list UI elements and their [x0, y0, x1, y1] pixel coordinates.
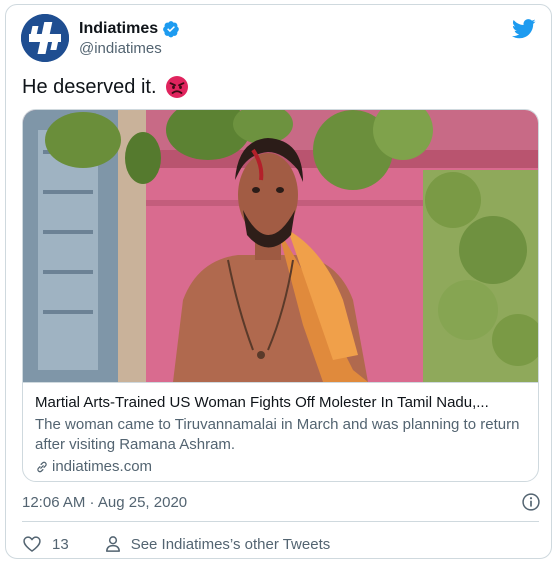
link-icon — [37, 461, 47, 473]
like-button[interactable]: 13 — [22, 534, 69, 554]
link-title[interactable]: Martial Arts-Trained US Woman Fights Off… — [35, 393, 528, 413]
timestamp-row: 12:06 AM · Aug 25, 2020 — [22, 491, 541, 513]
like-count[interactable]: 13 — [52, 536, 69, 553]
info-icon[interactable] — [521, 492, 541, 512]
article-photo — [23, 110, 538, 382]
link-domain-row[interactable]: indiatimes.com — [35, 457, 528, 477]
author-display-name[interactable]: Indiatimes — [79, 20, 158, 38]
see-other-tweets-label[interactable]: See Indiatimes’s other Tweets — [131, 536, 331, 553]
author-handle[interactable]: @indiatimes — [79, 40, 180, 57]
link-domain[interactable]: indiatimes.com — [52, 457, 152, 477]
tweet-card: Indiatimes @indiatimes He deserved it. M… — [5, 4, 552, 559]
author-info[interactable]: Indiatimes @indiatimes — [79, 20, 180, 57]
link-preview-card[interactable]: Martial Arts-Trained US Woman Fights Off… — [22, 109, 539, 482]
tweet-actions: 13 See Indiatimes’s other Tweets — [22, 533, 330, 555]
person-icon — [105, 536, 120, 552]
twitter-bird-icon[interactable] — [512, 18, 536, 40]
see-other-tweets-link[interactable]: See Indiatimes’s other Tweets — [103, 534, 331, 554]
link-description: The woman came to Tiruvannamalai in Marc… — [35, 416, 520, 453]
indiatimes-logo-icon — [21, 14, 69, 62]
heart-icon[interactable] — [22, 534, 42, 554]
avatar[interactable] — [21, 14, 69, 62]
tweet-body: He deserved it. — [22, 75, 157, 98]
divider — [22, 521, 539, 522]
tweet-header: Indiatimes @indiatimes — [21, 14, 536, 64]
link-preview-meta[interactable]: Martial Arts-Trained US Woman Fights Off… — [23, 382, 538, 481]
angry-face-icon — [165, 76, 188, 98]
tweet-text: He deserved it. — [22, 75, 189, 99]
verified-badge-icon — [163, 21, 180, 38]
link-preview-image[interactable] — [23, 110, 538, 382]
tweet-timestamp[interactable]: 12:06 AM · Aug 25, 2020 — [22, 494, 187, 511]
